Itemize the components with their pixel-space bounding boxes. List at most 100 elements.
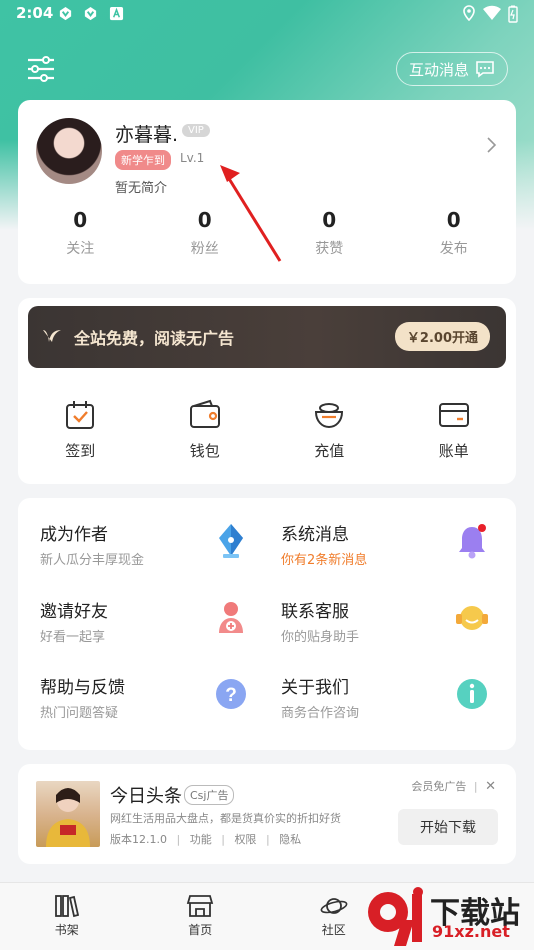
stat-followers[interactable]: 0 粉丝 (143, 208, 268, 258)
tab-bookshelf[interactable]: 书架 (0, 883, 134, 950)
home-store-icon (187, 895, 214, 917)
ad-link-permissions[interactable]: 权限 (234, 833, 256, 846)
headset-icon (456, 606, 488, 630)
menu-item-subtitle: 商务合作咨询 (281, 706, 360, 721)
menu-item-title: 成为作者 (40, 525, 108, 545)
tab-label: 首页 (188, 923, 213, 937)
notification-text-icon (109, 6, 124, 21)
vip-logo-icon (43, 330, 61, 342)
menu-item-subtitle: 好看一起享 (40, 630, 106, 645)
quick-action-label: 账单 (438, 442, 469, 460)
menu-item-subtitle: 新人瓜分丰厚现金 (40, 553, 145, 568)
user-level: Lv.1 (180, 151, 205, 165)
location-icon (463, 5, 475, 21)
quick-action-bills[interactable]: 账单 (392, 398, 517, 461)
add-user-icon (219, 602, 243, 633)
stat-value: 0 (446, 208, 461, 232)
svg-text:?: ? (225, 685, 237, 706)
bell-icon (459, 524, 486, 559)
stat-label: 关注 (66, 241, 95, 257)
notification-app-icon (84, 6, 97, 21)
menu-item-invite-friends[interactable]: 邀请好友 好看一起享 (18, 575, 258, 645)
menu-item-subtitle: 热门问题答疑 (40, 706, 119, 721)
info-icon (457, 679, 487, 709)
menu-item-title: 系统消息 (281, 525, 349, 545)
ad-download-button[interactable]: 开始下载 (398, 809, 498, 845)
pen-nib-icon (219, 524, 243, 558)
vip-wallet-card: 全站免费，阅读无广告 ￥2.00开通 签到 钱包 充值 账单 (18, 298, 516, 484)
stat-value: 0 (322, 208, 337, 232)
calendar-check-icon (66, 401, 95, 429)
stat-value: 0 (197, 208, 212, 232)
vip-badge: VIP (182, 124, 210, 137)
vip-activate-button[interactable]: ￥2.00开通 (394, 322, 490, 351)
quick-action-label: 充值 (314, 442, 345, 460)
menu-item-title: 关于我们 (281, 678, 349, 698)
stat-value: 0 (73, 208, 88, 232)
top-toolbar: 互动消息 (0, 52, 534, 88)
menu-item-title: 帮助与反馈 (40, 678, 125, 698)
wifi-icon (483, 5, 501, 21)
ad-card[interactable]: 今日头条 Csj广告 网红生活用品大盘点，都是货真价实的折扣好货 版本12.1.… (18, 764, 516, 864)
ad-title: 今日头条 (110, 786, 182, 807)
ad-description: 网红生活用品大盘点，都是货真价实的折扣好货 (110, 812, 341, 825)
ad-vip-free-label[interactable]: 会员免广告 (411, 780, 466, 793)
menu-item-help-feedback[interactable]: 帮助与反馈 热门问题答疑 ? (18, 651, 258, 721)
ad-link-privacy[interactable]: 隐私 (279, 833, 301, 846)
bookshelf-icon (54, 895, 79, 918)
stat-label: 粉丝 (190, 241, 219, 257)
vip-banner-text: 全站免费，阅读无广告 (74, 329, 235, 348)
watermark-url: 91xz.net (432, 922, 510, 941)
chevron-right-icon[interactable] (484, 136, 498, 154)
menu-item-become-author[interactable]: 成为作者 新人瓜分丰厚现金 (18, 498, 258, 568)
quick-action-label: 钱包 (189, 442, 220, 460)
new-user-tag: 新学乍到 (115, 150, 171, 170)
menu-item-subtitle: 你有2条新消息 (281, 553, 368, 568)
menu-card: 成为作者 新人瓜分丰厚现金 系统消息 你有2条新消息 邀请好友 好看一起享 联系… (18, 498, 516, 750)
username: 亦暮暮. (115, 124, 179, 146)
status-bar: 2:04 (0, 0, 534, 28)
quick-action-checkin[interactable]: 签到 (18, 398, 143, 461)
quick-action-label: 签到 (65, 442, 96, 460)
status-time: 2:04 (16, 4, 54, 22)
menu-item-about-us[interactable]: 关于我们 商务合作咨询 (259, 651, 499, 721)
question-icon: ? (216, 679, 246, 709)
coin-pot-icon (315, 403, 344, 429)
ad-vip-free: 会员免广告 | ✕ (411, 779, 496, 794)
ad-thumbnail (36, 781, 100, 847)
settings-sliders-icon[interactable] (26, 54, 56, 84)
watermark: 下载站 91xz.net (360, 882, 530, 950)
stat-likes[interactable]: 0 获赞 (267, 208, 392, 258)
wallet-icon (189, 399, 220, 428)
interactive-messages-label: 互动消息 (408, 60, 469, 79)
tab-home[interactable]: 首页 (134, 883, 268, 950)
interactive-messages-button[interactable]: 互动消息 (395, 52, 508, 86)
battery-icon (508, 5, 518, 23)
stat-following[interactable]: 0 关注 (18, 208, 143, 258)
user-intro: 暂无简介 (115, 181, 168, 196)
stat-label: 发布 (439, 241, 468, 257)
menu-item-system-messages[interactable]: 系统消息 你有2条新消息 (259, 498, 499, 568)
ad-close-icon[interactable]: ✕ (485, 779, 496, 794)
menu-item-title: 联系客服 (281, 602, 349, 622)
vip-banner[interactable]: 全站免费，阅读无广告 ￥2.00开通 (28, 306, 506, 368)
ad-tag: Csj广告 (184, 785, 235, 805)
ad-version: 版本12.1.0 (110, 833, 167, 846)
quick-action-wallet[interactable]: 钱包 (143, 398, 268, 461)
quick-action-recharge[interactable]: 充值 (267, 398, 392, 461)
quick-actions: 签到 钱包 充值 账单 (18, 398, 516, 461)
profile-card[interactable]: 亦暮暮. VIP 新学乍到 Lv.1 暂无简介 0 关注 0 粉丝 0 获赞 0 发布 (18, 100, 516, 284)
menu-item-title: 邀请好友 (40, 602, 108, 622)
menu-item-customer-service[interactable]: 联系客服 你的贴身助手 (259, 575, 499, 645)
menu-item-subtitle: 你的贴身助手 (281, 630, 360, 645)
stat-posts[interactable]: 0 发布 (392, 208, 517, 258)
watermark-logo-icon (368, 887, 423, 946)
profile-stats: 0 关注 0 粉丝 0 获赞 0 发布 (18, 208, 516, 258)
ad-meta: 版本12.1.0 | 功能 | 权限 | 隐私 (110, 833, 302, 846)
chat-bubble-icon (476, 61, 494, 78)
avatar[interactable] (36, 118, 102, 184)
ad-link-features[interactable]: 功能 (190, 833, 212, 846)
ad-person-image (46, 788, 90, 847)
stat-label: 获赞 (315, 241, 344, 257)
tab-label: 书架 (54, 923, 79, 937)
